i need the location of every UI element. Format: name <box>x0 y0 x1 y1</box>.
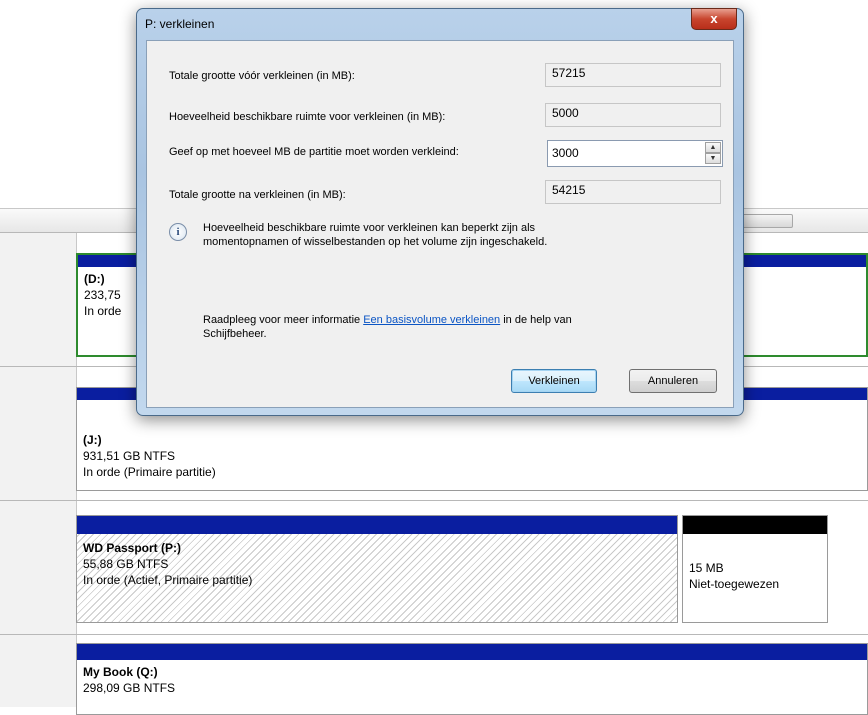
help-suffix: in de help van <box>500 314 572 326</box>
unallocated-size: 15 MB <box>689 561 724 575</box>
shrink-amount-stepper[interactable]: ▲ ▼ <box>547 140 723 167</box>
volume-status: In orde (Primaire partitie) <box>83 465 216 479</box>
disk-label <box>0 367 77 501</box>
unallocated-space[interactable]: 15 MB Niet-toegewezen <box>682 515 828 623</box>
shrink-button[interactable]: Verkleinen <box>511 369 597 393</box>
help-link[interactable]: Een basisvolume verkleinen <box>363 314 500 326</box>
help-line-2: Schijfbeheer. <box>203 328 267 340</box>
unallocated-status: Niet-toegewezen <box>689 577 780 591</box>
close-icon: x <box>710 11 718 26</box>
disk-label <box>0 501 77 635</box>
volume-size: 931,51 GB NTFS <box>83 449 176 463</box>
shrink-dialog: P: verkleinen x Totale grootte vóór verk… <box>136 8 744 416</box>
available-label: Hoeveelheid beschikbare ruimte voor verk… <box>169 111 446 123</box>
volume-bar <box>77 644 867 660</box>
spin-up-icon[interactable]: ▲ <box>705 142 721 153</box>
info-message: Hoeveelheid beschikbare ruimte voor verk… <box>203 221 703 249</box>
dialog-titlebar[interactable]: P: verkleinen x <box>137 8 743 37</box>
volume-name: WD Passport (P:) <box>83 541 182 555</box>
volume-name: My Book (Q:) <box>83 665 158 679</box>
volume-status: In orde <box>84 304 122 318</box>
volume-bar <box>77 516 677 534</box>
total-before-label: Totale grootte vóór verkleinen (in MB): <box>169 70 355 82</box>
disk-row-q: My Book (Q:) 298,09 GB NTFS <box>0 634 868 715</box>
help-message: Raadpleeg voor meer informatie Een basis… <box>203 313 703 341</box>
info-line-2: momentopnamen of wisselbestanden op het … <box>203 236 548 248</box>
info-icon: i <box>169 223 187 241</box>
volume-p[interactable]: WD Passport (P:) 55,88 GB NTFS In orde (… <box>76 515 678 623</box>
total-after-value: 54215 <box>545 180 721 204</box>
volume-name: (J:) <box>83 433 102 447</box>
disk-label <box>0 233 77 367</box>
help-prefix: Raadpleeg voor meer informatie <box>203 314 364 326</box>
volume-status: In orde (Actief, Primaire partitie) <box>83 573 253 587</box>
volume-size: 233,75 <box>84 288 121 302</box>
spin-down-icon[interactable]: ▼ <box>705 153 721 164</box>
disk-label <box>0 635 77 707</box>
shrink-amount-label: Geef op met hoeveel MB de partitie moet … <box>169 146 459 158</box>
shrink-amount-input[interactable] <box>550 144 704 162</box>
disk-row-p: WD Passport (P:) 55,88 GB NTFS In orde (… <box>0 500 868 635</box>
info-line-1: Hoeveelheid beschikbare ruimte voor verk… <box>203 222 536 234</box>
volume-q[interactable]: My Book (Q:) 298,09 GB NTFS <box>76 643 868 715</box>
unallocated-bar <box>683 516 827 534</box>
volume-size: 298,09 GB NTFS <box>83 681 176 695</box>
volume-size: 55,88 GB NTFS <box>83 557 169 571</box>
dialog-title: P: verkleinen <box>145 17 215 31</box>
cancel-button[interactable]: Annuleren <box>629 369 717 393</box>
dialog-body: Totale grootte vóór verkleinen (in MB): … <box>146 40 734 408</box>
available-value: 5000 <box>545 103 721 127</box>
total-after-label: Totale grootte na verkleinen (in MB): <box>169 189 346 201</box>
total-before-value: 57215 <box>545 63 721 87</box>
close-button[interactable]: x <box>691 8 737 30</box>
volume-name: (D:) <box>84 272 105 286</box>
